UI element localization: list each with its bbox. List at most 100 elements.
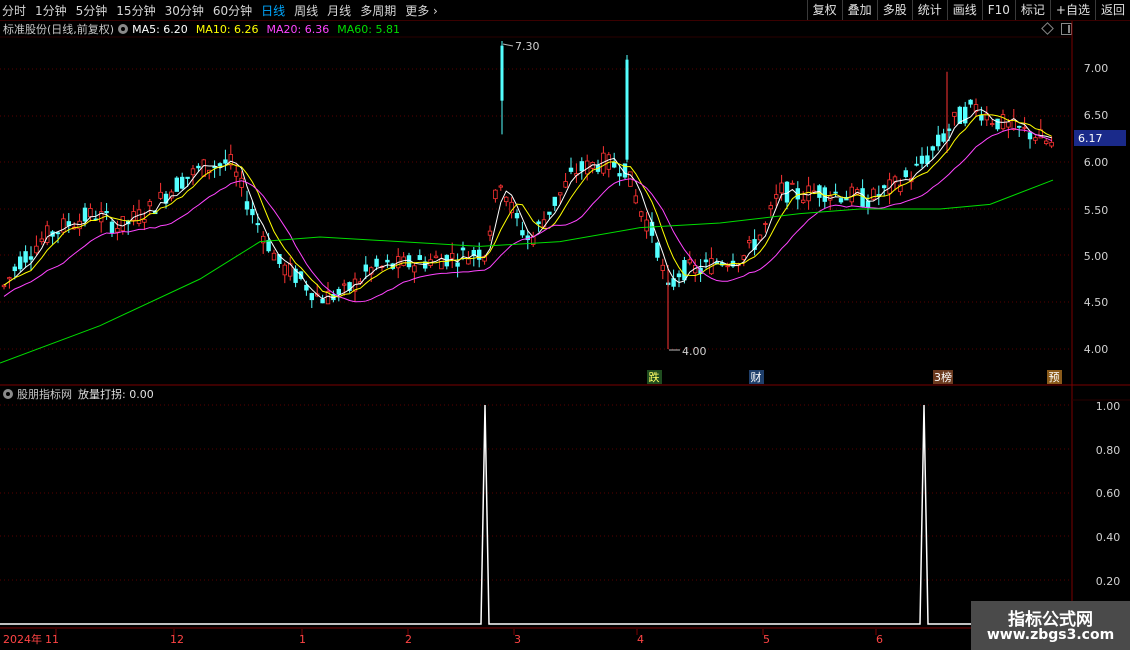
candle-body bbox=[395, 256, 401, 269]
candle-body bbox=[206, 169, 212, 174]
period-tab[interactable]: 更多 › bbox=[405, 2, 438, 19]
indicator-line bbox=[0, 404, 1072, 625]
candle-body bbox=[390, 263, 395, 269]
candle-body bbox=[914, 163, 919, 166]
candle-body bbox=[703, 259, 709, 263]
candle-body bbox=[471, 250, 476, 257]
candle-body bbox=[736, 263, 741, 267]
candle-body bbox=[487, 230, 493, 236]
candle-body bbox=[541, 219, 547, 228]
candle-body bbox=[990, 123, 995, 125]
period-tab[interactable]: 日线 bbox=[261, 2, 285, 19]
candle-body bbox=[152, 210, 158, 215]
candle-body bbox=[849, 186, 854, 203]
ma10-label: MA10: 6.26 bbox=[195, 22, 259, 36]
candle-body bbox=[250, 208, 255, 216]
candle-body bbox=[185, 176, 190, 179]
event-marker-label[interactable]: 跌 bbox=[649, 370, 660, 384]
timeline-month: 12 bbox=[170, 633, 184, 646]
tool-button[interactable]: 复权 bbox=[806, 0, 842, 20]
candle-body bbox=[747, 240, 752, 244]
timeline-month: 5 bbox=[763, 633, 770, 646]
event-marker-label[interactable]: 预 bbox=[1049, 371, 1060, 384]
period-tab[interactable]: 5分钟 bbox=[76, 2, 108, 19]
period-tab[interactable]: 1分钟 bbox=[35, 2, 67, 19]
ma20-label: MA20: 6.36 bbox=[266, 22, 330, 36]
candle-body bbox=[903, 170, 908, 178]
tool-button[interactable]: 画线 bbox=[946, 0, 982, 20]
candle-body bbox=[784, 181, 790, 203]
candle-body bbox=[498, 185, 503, 188]
candle-body bbox=[428, 259, 433, 266]
period-tab[interactable]: 分时 bbox=[2, 2, 26, 19]
candle-body bbox=[287, 263, 293, 277]
high-pointer bbox=[502, 43, 514, 47]
tool-button[interactable]: 统计 bbox=[911, 0, 947, 20]
axis-labels: 7.00 6.50 6.00 5.50 5.00 4.50 4.00 6.17 … bbox=[3, 40, 1126, 646]
current-price-box bbox=[1074, 130, 1126, 146]
period-tab[interactable]: 周线 bbox=[294, 2, 318, 19]
period-tab[interactable]: 多周期 bbox=[360, 2, 396, 19]
price-tick: 7.00 bbox=[1084, 62, 1109, 75]
high-annotation: 7.30 bbox=[515, 40, 540, 53]
candle-body bbox=[952, 111, 957, 117]
period-tab[interactable]: 30分钟 bbox=[165, 2, 204, 19]
candle-body bbox=[925, 155, 930, 165]
candle-body bbox=[374, 258, 379, 267]
price-tick: 5.50 bbox=[1084, 204, 1109, 217]
candle-body bbox=[223, 159, 228, 164]
candle-body bbox=[115, 227, 120, 233]
candle-body bbox=[887, 179, 892, 194]
tool-button[interactable]: 标记 bbox=[1014, 0, 1050, 20]
tool-button[interactable]: +自选 bbox=[1049, 0, 1095, 20]
candle-body bbox=[606, 154, 611, 170]
event-marker-label[interactable]: 财 bbox=[751, 370, 762, 384]
tool-button[interactable]: F10 bbox=[981, 0, 1015, 20]
candle-body bbox=[909, 178, 914, 183]
tool-button[interactable]: 返回 bbox=[1094, 0, 1130, 20]
tool-button[interactable]: 叠加 bbox=[841, 0, 877, 20]
ma10-line bbox=[3, 114, 1052, 298]
candle-body bbox=[768, 205, 773, 210]
candle-body bbox=[271, 252, 277, 261]
candle-body bbox=[406, 255, 412, 268]
candle-body bbox=[666, 282, 671, 285]
candle-body bbox=[1033, 137, 1038, 141]
candle-body bbox=[957, 106, 962, 124]
candle-body bbox=[412, 265, 417, 273]
candle-body bbox=[449, 252, 455, 259]
timeline-month: 11 bbox=[45, 633, 59, 646]
candle-body bbox=[547, 211, 552, 215]
chart-grid bbox=[0, 68, 1072, 581]
period-tab[interactable]: 15分钟 bbox=[116, 2, 155, 19]
candle-body bbox=[1011, 118, 1016, 130]
candle-body bbox=[88, 208, 93, 218]
candle-body bbox=[660, 264, 665, 271]
candle-body bbox=[930, 146, 935, 151]
settings-gear-icon[interactable] bbox=[118, 24, 129, 34]
candle-body bbox=[77, 220, 82, 230]
diamond-icon[interactable] bbox=[1041, 22, 1054, 35]
candle-body bbox=[444, 254, 449, 267]
period-tabs: 分时 1分钟 5分钟 15分钟 30分钟 60分钟 日线 周线 月线 多周期 更多 › bbox=[2, 0, 447, 20]
candle-body bbox=[898, 184, 903, 193]
candle-body bbox=[860, 188, 865, 208]
candle-body bbox=[120, 216, 125, 232]
indicator-gear-icon[interactable] bbox=[3, 389, 13, 399]
event-marker-label[interactable]: 3榜 bbox=[934, 370, 952, 384]
candle-body bbox=[23, 251, 28, 263]
candle-body bbox=[741, 255, 746, 260]
candle-body bbox=[325, 291, 331, 305]
candle-body bbox=[622, 163, 628, 178]
candlesticks bbox=[1, 41, 1054, 351]
candle-body bbox=[882, 185, 887, 189]
candle-body bbox=[293, 268, 298, 283]
period-tab[interactable]: 60分钟 bbox=[213, 2, 252, 19]
candle-body bbox=[855, 189, 860, 195]
candle-body bbox=[595, 165, 601, 172]
panel-toggle-icon[interactable] bbox=[1061, 23, 1072, 35]
candle-body bbox=[12, 266, 17, 272]
period-tab[interactable]: 月线 bbox=[327, 2, 351, 19]
candle-body bbox=[341, 283, 347, 286]
tool-button[interactable]: 多股 bbox=[876, 0, 912, 20]
